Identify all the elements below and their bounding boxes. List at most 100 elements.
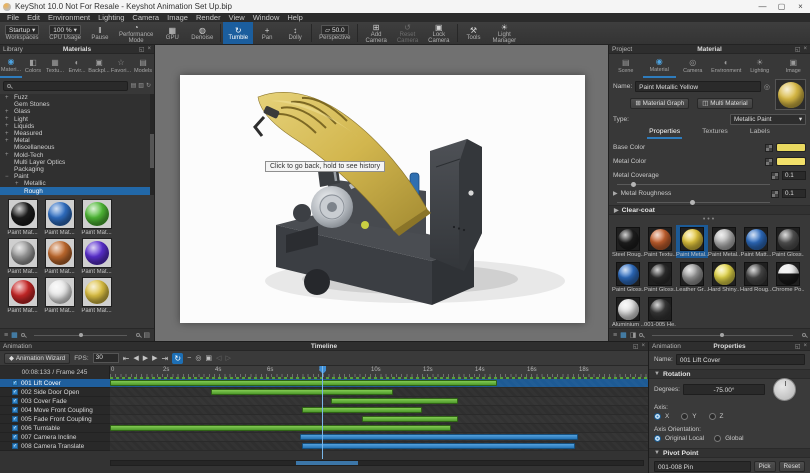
global-radio[interactable] [714,435,721,442]
menu-file[interactable]: File [3,13,23,22]
lock-camera-button[interactable]: ▣ Lock Camera [423,22,454,44]
search-icon[interactable] [21,333,25,337]
keyframe-button[interactable]: ▣ [205,353,212,364]
tab-models[interactable]: ▤Models [132,54,154,78]
render-canvas[interactable]: Click to go back, hold to see history [180,75,585,323]
tab-favorites[interactable]: ☆Favori... [110,54,132,78]
material-swatch[interactable]: Paint Mat... [5,238,41,275]
minimize-button[interactable]: — [753,0,772,13]
metal-roughness-value[interactable]: 0.1 [782,189,806,198]
material-preview[interactable] [775,79,806,110]
render-preview-icon[interactable]: ◎ [764,83,770,91]
track-checkbox[interactable]: ✓ [12,380,18,386]
go-to-end-button[interactable]: ⇥ [162,353,169,364]
menu-environment[interactable]: Environment [44,13,94,22]
float-panel-icon[interactable]: ◱ [633,343,639,350]
material-swatch[interactable]: Paint Mat... [5,199,41,236]
workspaces-dropdown[interactable]: Startup▾ Workspaces [0,22,44,44]
tab-textures[interactable]: ▦Textu... [44,54,66,78]
tab-materials[interactable]: ◉Materi... [0,54,22,78]
record-button[interactable]: ◎ [195,353,201,364]
material-graph-button[interactable]: ⊞Material Graph [630,98,689,109]
axis-y-radio[interactable] [681,413,688,420]
track-name[interactable]: ✓004 Move Front Coupling [0,406,110,415]
metal-coverage-slider[interactable] [617,184,770,185]
close-button[interactable]: × [791,0,810,13]
tree-item-fuzz[interactable]: +Fuzz [0,94,154,101]
section-resize-grip[interactable]: ••• [609,216,810,223]
tab-camera[interactable]: ◎Camera [676,54,710,78]
animation-bar[interactable] [300,434,578,440]
track-name[interactable]: ✓007 Camera Incline [0,433,110,442]
tree-item-metallic[interactable]: +Metallic [0,180,154,187]
track-lane[interactable] [110,442,648,451]
tree-item-metal[interactable]: +Metal [0,137,154,144]
material-swatch[interactable]: Paint Mat... [79,277,115,314]
ease-curve-button[interactable]: ~ [187,353,191,364]
tree-item-glass[interactable]: +Glass [0,108,154,115]
subtab-textures[interactable]: Textures [700,127,730,139]
metal-roughness-texture-button[interactable] [771,190,779,198]
import-folder-icon[interactable]: ▤ [131,82,137,89]
grid-view-icon[interactable]: ▦ [11,331,18,339]
realtime-viewport[interactable]: Click to go back, hold to see history [155,45,608,341]
animation-bar[interactable] [362,416,458,422]
project-material-swatch[interactable]: Chrome Po... [772,260,804,293]
project-material-swatch[interactable]: 001-005 He... [644,295,676,328]
animation-bar[interactable] [302,407,422,413]
degrees-input[interactable]: -75.00° [683,384,765,395]
metal-roughness-slider[interactable] [617,202,770,203]
expand-arrow-icon[interactable]: ▶ [613,190,618,197]
thumbnail-size-slider[interactable] [34,335,128,336]
fps-input[interactable]: 30 [93,353,119,363]
tab-scene[interactable]: ▤Scene [609,54,643,78]
gpu-button[interactable]: ▦ GPU [158,22,186,44]
tab-lighting[interactable]: ☀Lighting [743,54,777,78]
menu-window[interactable]: Window [249,13,284,22]
float-panel-icon[interactable]: ◱ [795,46,801,53]
tree-item-packaging[interactable]: Packaging [0,166,154,173]
denoise-button[interactable]: ◍ Denoise [186,22,218,44]
tree-item-light[interactable]: +Light [0,116,154,123]
loop-toggle[interactable]: ↻ [172,353,183,364]
tree-item-mold-tech[interactable]: +Mold-Tech [0,152,154,159]
animation-bar[interactable] [302,443,575,449]
menu-lighting[interactable]: Lighting [94,13,128,22]
reset-camera-button[interactable]: ↺ Reset Camera [392,22,423,44]
track-checkbox[interactable]: ✓ [12,416,18,422]
metal-coverage-value[interactable]: 0.1 [782,171,806,180]
next-keyframe-button[interactable]: ▷ [225,353,230,364]
performance-mode-button[interactable]: ◔ Performance Mode [114,22,158,44]
animation-name-input[interactable]: 001 Lift Cover [676,354,805,365]
list-view-icon[interactable]: ≡ [613,332,617,339]
menu-image[interactable]: Image [163,13,192,22]
material-swatch[interactable]: Paint Mat... [79,238,115,275]
metal-coverage-texture-button[interactable] [771,172,779,180]
project-material-swatch[interactable]: Paint Gloss... [772,225,804,258]
track-checkbox[interactable]: ✓ [12,398,18,404]
search-icon[interactable] [639,333,643,337]
grid-view-icon[interactable]: ▦ [620,331,627,339]
tree-item-measured[interactable]: +Measured [0,130,154,137]
track-checkbox[interactable]: ✓ [12,389,18,395]
playhead-line[interactable] [322,366,323,459]
tumble-button[interactable]: ↻ Tumble [223,22,253,44]
animation-bar[interactable] [110,380,497,386]
pause-button[interactable]: ‖ Pause [86,22,114,44]
track-checkbox[interactable]: ✓ [12,407,18,413]
perspective-control[interactable]: ▱50.0 Perspective [314,22,355,44]
tab-backplates[interactable]: ▣Backpl... [88,54,110,78]
track-lane[interactable] [110,397,648,406]
animation-bar[interactable] [110,425,451,431]
track-name[interactable]: ✓006 Turntable [0,424,110,433]
menu-view[interactable]: View [225,13,249,22]
tab-image[interactable]: ▣Image [777,54,810,78]
close-panel-icon[interactable]: × [803,343,807,350]
tree-item-liquids[interactable]: +Liquids [0,123,154,130]
pivot-point-input[interactable]: 001-008 Pin [654,461,751,472]
timeline-ruler[interactable]: 0 2s 4s 6s 8s 10s 12s 14s 16s 18s [110,366,648,379]
track-name[interactable]: ✓001 Lift Cover [0,379,110,388]
track-lane[interactable] [110,406,648,415]
tab-environment[interactable]: ◐Environment [710,54,744,78]
axis-z-radio[interactable] [709,413,716,420]
